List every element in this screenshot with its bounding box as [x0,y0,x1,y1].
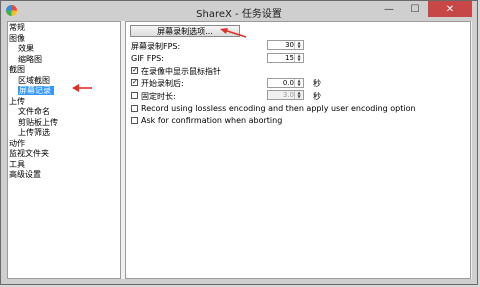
spinner-arrows-icon[interactable]: ▲ ▼ [294,79,303,87]
tree-item[interactable]: 常规 [8,23,120,34]
spinner-arrows-icon[interactable]: ▲ ▼ [294,54,303,62]
tree-item-label: 效果 [18,44,34,53]
tree-item-label: 监视文件夹 [9,149,49,158]
lossless-encoding-checkbox[interactable] [131,105,138,112]
red-annotation-arrow-icon [220,28,247,38]
tree-item[interactable]: 效果 [8,44,120,55]
maximize-button[interactable]: ☐ [402,1,428,17]
tree-item-label: 图像 [9,33,25,43]
tree-item[interactable]: 图像 [8,34,120,45]
title-bar: ShareX - 任务设置 — ☐ ✕ [1,1,477,21]
fixed-duration-stepper: 3.0 ▲ ▼ [267,90,304,100]
fps-label: 屏幕录制FPS: [131,42,181,51]
tree-item[interactable]: 文件命名 [8,107,120,118]
tree-item-label: 屏幕记录 [18,86,54,95]
spinner-arrows-icon: ▲ ▼ [294,91,303,99]
start-delay-unit: 秒 [313,79,321,88]
start-delay-value: 0.0 [282,79,294,87]
tree-item-label: 高级设置 [9,170,41,179]
gif-fps-stepper[interactable]: 15 ▲ ▼ [267,53,304,63]
tree-item-label: 文件命名 [18,107,50,116]
tree-item[interactable]: 监视文件夹 [8,149,120,160]
show-cursor-checkbox[interactable]: ✓ [131,67,138,74]
tree-item-label: 缩略图 [18,54,42,64]
tree-item-label: 动作 [9,138,25,148]
tree-item[interactable]: 上传筛选 [8,128,120,139]
tree-item-label: 上传筛选 [18,128,50,137]
tree-item[interactable]: 缩略图 [8,55,120,66]
red-annotation-arrow-icon [72,84,92,92]
tree-item[interactable]: 截图 [8,65,120,76]
show-cursor-label: 在录像中显示鼠标指针 [141,67,221,76]
spinner-arrows-icon[interactable]: ▲ ▼ [294,41,303,49]
settings-tree: 常规 图像 效果 缩略图 截图 区域截图 屏幕记录 上传 文件命名 剪贴板上传 上传筛选 动作 监视文件… [7,21,121,279]
tree-item[interactable]: 屏幕记录 [8,86,120,97]
lossless-encoding-label: Record using lossless encoding and then … [141,104,416,113]
gif-fps-value: 15 [285,54,294,62]
tree-item-label: 截图 [9,65,25,74]
close-button[interactable]: ✕ [428,1,472,17]
confirm-abort-checkbox[interactable] [131,117,138,124]
fps-value: 30 [285,41,294,49]
tree-item[interactable]: 高级设置 [8,170,120,181]
tree-item[interactable]: 剪贴板上传 [8,118,120,129]
tree-item[interactable]: 动作 [8,139,120,150]
client-area: 常规 图像 效果 缩略图 截图 区域截图 屏幕记录 上传 文件命名 剪贴板上传 上传筛选 动作 监视文件… [7,21,472,279]
fixed-duration-value: 3.0 [282,91,294,99]
tree-item[interactable]: 区域截图 [8,76,120,87]
fps-stepper[interactable]: 30 ▲ ▼ [267,40,304,50]
confirm-abort-label: Ask for confirmation when aborting [141,116,283,125]
start-delay-checkbox[interactable]: ✓ [131,79,138,86]
screen-recording-panel: 屏幕录制选项... 屏幕录制FPS: 30 ▲ ▼ GIF FPS: 15 ▲ ▼ … [125,21,471,279]
tree-item[interactable]: 上传 [8,97,120,108]
tree-item-label: 区域截图 [18,75,50,85]
fixed-duration-label: 固定时长: [141,92,176,101]
minimize-button[interactable]: — [376,1,402,17]
tree-item-label: 工具 [9,159,25,169]
start-delay-stepper[interactable]: 0.0 ▲ ▼ [267,78,304,88]
sharex-task-settings-window: ShareX - 任务设置 — ☐ ✕ 常规 图像 效果 缩略图 截图 区域截图 屏幕记录上… [0,0,478,285]
fixed-duration-checkbox[interactable] [131,92,138,99]
tree-item[interactable]: 工具 [8,160,120,171]
tree-item-label: 常规 [9,23,25,32]
fixed-duration-unit: 秒 [313,92,321,101]
start-delay-label: 开始录制后: [141,79,184,88]
tree-item-label: 上传 [9,96,25,106]
tree-item-label: 剪贴板上传 [18,117,58,127]
gif-fps-label: GIF FPS: [131,54,164,63]
